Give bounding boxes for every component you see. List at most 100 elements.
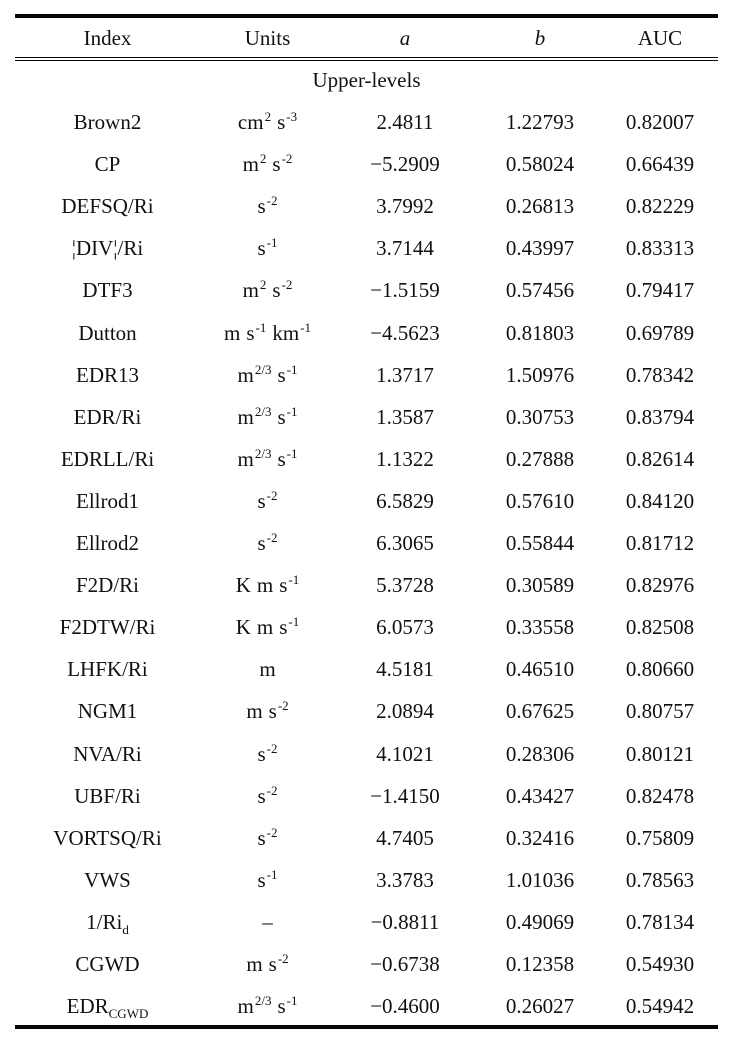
table-row: F2D/Ri Km s-1 5.3728 0.30589 0.82976 [15,564,718,606]
a-value: −1.4150 [370,783,440,808]
unit-base: km [272,320,300,345]
table-row: Dutton m s-1 km-1 −4.5623 0.81803 0.69789 [15,312,718,354]
index-cell: F2D/Ri [25,564,190,606]
unit-part: m [257,573,273,597]
unit-exponent: 2/3 [254,403,272,419]
a-value: 1.1322 [376,446,434,471]
unit-part: m [224,321,240,345]
unit-exponent: -2 [277,698,289,714]
a-value: −0.6738 [370,952,440,976]
index-cell: EDR13 [25,354,190,396]
unit-base: s [277,110,286,134]
unit-part: s-1 [277,404,297,429]
unit-part: m2/3 [237,446,272,471]
unit-part: m2 [242,151,267,177]
b-value: 0.12358 [505,952,575,976]
units-cell: m2/3 s-1 [190,985,345,1027]
table-row: DTF3 m2 s-2 −1.5159 0.57456 0.79417 [15,269,718,311]
unit-exponent: 2/3 [254,993,272,1009]
b-value: 0.57610 [505,488,575,513]
unit-part: s-1 [277,445,298,471]
unit-exponent: -1 [288,614,300,630]
units-cell: Km s-1 [190,564,345,606]
unit-exponent: 2 [259,277,267,293]
auc-value: 0.82478 [625,783,695,808]
a-value: 2.0894 [376,699,434,724]
index-name: EDR13 [76,362,139,387]
table-row: VWS s-1 3.3783 1.01036 0.78563 [15,859,718,901]
unit-part: cm2 [238,109,272,134]
unit-base: m [237,362,254,387]
unit-part: s-1 [279,572,300,597]
unit-part: s-2 [269,951,289,976]
a-value: 6.5829 [376,488,434,513]
unit-part: s-2 [257,487,278,513]
unit-base: m [256,615,274,640]
unit-part: s-1 [246,320,266,345]
b-value: 0.49069 [505,909,575,934]
units-cell: m [190,648,345,690]
unit-exponent: 2 [264,109,272,124]
unit-base: m [259,657,276,682]
units-cell: m s-1 km-1 [190,312,345,354]
a-value: 1.3587 [376,404,434,429]
unit-part: m [259,657,275,681]
unit-base: m [242,152,259,177]
units-cell: m2/3 s-1 [190,396,345,438]
unit-base: s [257,194,266,219]
units-cell: s-2 [190,522,345,564]
index-cell: DEFSQ/Ri [25,185,190,227]
header-rule-upper [15,57,718,58]
units-cell: s-1 [190,227,345,269]
unit-exponent: -2 [266,740,278,756]
index-cell: ¦DIV¦/Ri [25,227,190,269]
a-value: −1.5159 [370,278,440,303]
unit-base: s [257,825,266,850]
index-subscript: CGWD [108,1006,149,1022]
auc-value: 0.54942 [625,994,695,1019]
index-cell: Dutton [25,312,190,354]
units-cell: m s-2 [190,690,345,732]
units-cell: m s-2 [190,943,345,985]
unit-base: – [262,909,273,934]
b-value: 0.26027 [505,994,575,1019]
units-cell: m2 s-2 [190,143,345,185]
auc-value: 0.79417 [625,278,695,303]
index-cell: EDRCGWD [25,985,190,1027]
unit-part: s-2 [257,193,277,219]
unit-base: m [237,446,254,471]
unit-base: s [257,531,266,555]
index-cell: F2DTW/Ri [25,606,190,648]
header-row: Index Units a b AUC [15,18,718,58]
unit-exponent: -3 [286,109,298,124]
table-row: Ellrod1 s-2 6.5829 0.57610 0.84120 [15,480,718,522]
unit-part: m [246,952,262,976]
b-value: 0.57456 [505,278,575,303]
unit-base: s [272,152,281,177]
auc-value: 0.75809 [625,825,695,850]
unit-base: m [237,994,254,1019]
unit-exponent: -1 [286,445,298,461]
unit-part: s-1 [257,867,277,892]
unit-exponent: -2 [266,530,278,545]
unit-exponent: -2 [266,487,278,503]
unit-exponent: 2 [259,151,267,167]
a-value: −0.4600 [370,994,440,1019]
unit-part: s-2 [269,698,289,723]
a-value: 5.3728 [376,573,434,598]
b-value: 0.43427 [505,783,575,808]
unit-base: m [242,278,259,303]
b-value: 0.55844 [505,531,575,555]
unit-exponent: -1 [288,572,300,588]
a-value: 3.3783 [376,867,434,892]
units-cell: s-2 [190,733,345,775]
bottom-rule [15,1025,718,1029]
unit-exponent: -1 [266,235,278,251]
unit-part: s-2 [257,783,277,808]
b-value: 0.67625 [505,699,575,724]
a-value: 4.5181 [376,657,434,682]
table-row: Ellrod2 s-2 6.3065 0.55844 0.81712 [15,522,718,564]
table-row: F2DTW/Ri Km s-1 6.0573 0.33558 0.82508 [15,606,718,648]
a-value: 6.3065 [376,531,434,555]
index-cell: Ellrod1 [25,480,190,522]
